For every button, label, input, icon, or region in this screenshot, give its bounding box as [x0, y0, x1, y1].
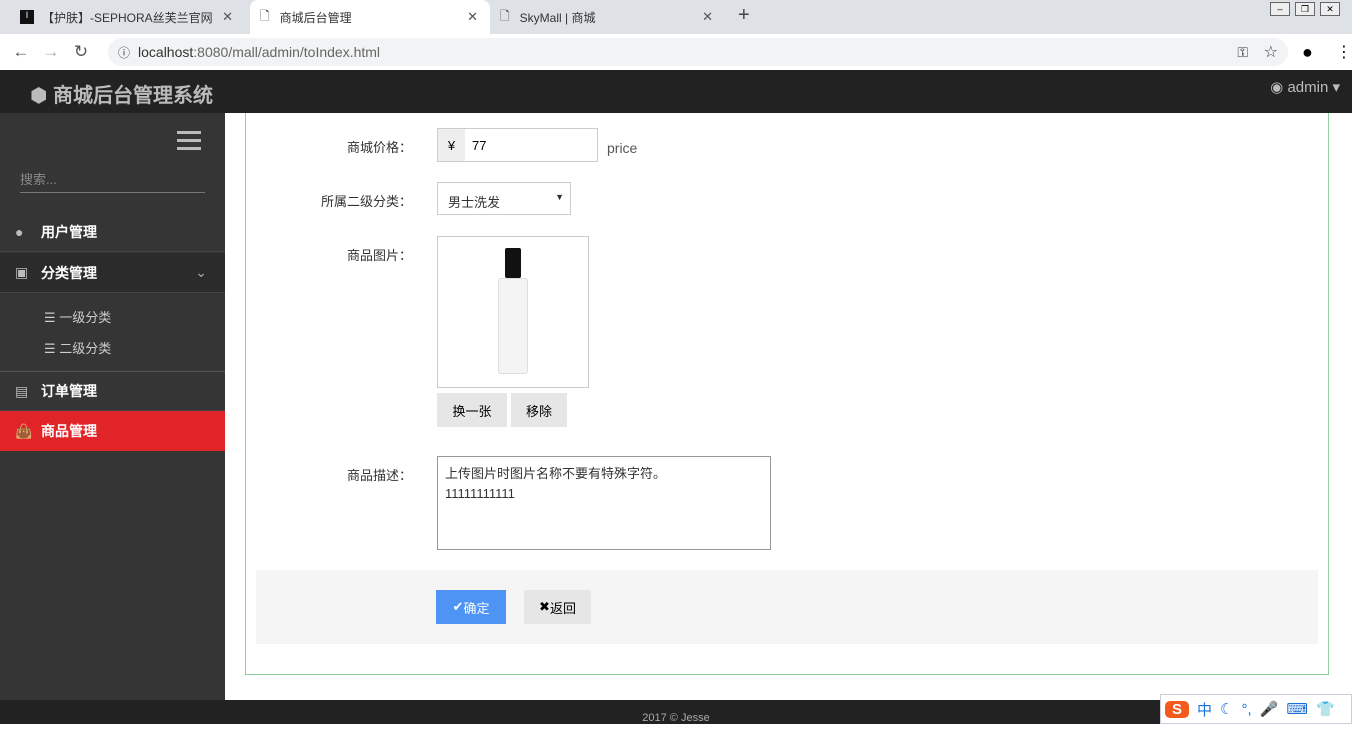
tab-label: 商城后台管理 [279, 10, 352, 25]
list-icon: ☰ [44, 341, 60, 356]
chevron-down-icon: ⌄ [195, 264, 207, 280]
label: 二级分类 [59, 341, 112, 356]
keyboard-icon[interactable]: ⌨ [1286, 700, 1308, 718]
tab-skymall[interactable]: 🗋 SkyMall | 商城 ✕ [490, 0, 725, 34]
minimize-button[interactable]: – [1270, 2, 1290, 16]
favicon-icon: I [20, 10, 34, 24]
star-icon[interactable]: ☆ [1264, 42, 1278, 62]
back-icon[interactable]: ← [6, 42, 36, 62]
description-label: 商品描述： [346, 468, 412, 483]
user-icon: ● [15, 223, 24, 240]
page-icon: 🗋 [260, 8, 270, 23]
info-icon: ⓘ [118, 45, 131, 60]
price-hint: price [607, 140, 638, 156]
check-icon: ✔ [452, 599, 464, 614]
close-window-button[interactable]: ✕ [1320, 2, 1340, 16]
forward-icon[interactable]: → [36, 42, 66, 62]
profile-icon[interactable]: ● [1302, 42, 1313, 63]
form-actions: ✔ 确定 ✖ 返回 [256, 570, 1318, 644]
label: 订单管理 [41, 383, 97, 399]
remove-image-button[interactable]: 移除 [511, 393, 567, 427]
hamburger-icon[interactable] [177, 131, 201, 155]
footer: 2017 © Jesse [0, 700, 1352, 724]
copyright: 2017 © Jesse [642, 712, 710, 724]
user-menu[interactable]: ◉ admin ▾ [1270, 78, 1340, 96]
user-icon: ◉ [1270, 79, 1288, 96]
close-tab-icon[interactable]: ✕ [702, 9, 713, 25]
label: 确定 [463, 600, 490, 616]
sidebar-item-orders[interactable]: ▤ 订单管理 [0, 371, 225, 411]
category-icon: ▣ [15, 264, 29, 280]
reload-icon[interactable]: ↻ [66, 42, 96, 62]
category-value: 男士洗发 [448, 195, 501, 210]
label: 返回 [549, 600, 576, 616]
price-input[interactable]: 77 [465, 129, 486, 161]
restore-button[interactable]: ❐ [1295, 2, 1315, 16]
image-label: 商品图片： [346, 248, 412, 263]
mic-icon[interactable]: 🎤 [1260, 700, 1279, 718]
sidebar-item-users[interactable]: ● 用户管理 [0, 212, 225, 252]
shopping-bag-icon: 👜 [15, 422, 33, 439]
currency-addon: ¥ [438, 129, 465, 161]
cubes-icon: ⬢ [30, 85, 54, 107]
close-tab-icon[interactable]: ✕ [467, 9, 478, 25]
ime-mode[interactable]: 中 [1197, 699, 1212, 720]
product-bottle-image [498, 248, 528, 376]
label: 商品管理 [41, 423, 97, 439]
price-input-group: ¥ 77 [437, 128, 598, 162]
ime-toolbar[interactable]: S 中 ☾ °, 🎤 ⌨ 👕 [1160, 694, 1352, 724]
app-title: 商城后台管理系统 [53, 85, 214, 107]
confirm-button[interactable]: ✔ 确定 [436, 590, 506, 624]
label: 一级分类 [59, 310, 112, 325]
label: 用户管理 [41, 223, 97, 240]
file-icon: ▤ [15, 382, 29, 399]
category-select[interactable]: 男士洗发 ▼ [437, 182, 571, 215]
sogou-icon: S [1165, 700, 1189, 718]
app-header: ⬢ 商城后台管理系统 ◉ admin ▾ [0, 70, 1352, 113]
description-textarea[interactable]: 上传图片时图片名称不要有特殊字符。 11111111111 [437, 456, 771, 550]
product-form: 商城价格： ¥ 77 price 所属二级分类： 男士洗发 ▼ 商品图片： 换一张… [245, 113, 1329, 675]
url-host: localhost [138, 44, 194, 60]
url-input[interactable]: ⓘ localhost:8080/mall/admin/toIndex.html … [108, 38, 1288, 66]
sidebar-search-input[interactable]: 搜索... [20, 169, 205, 193]
page-icon: 🗋 [500, 8, 510, 23]
close-tab-icon[interactable]: ✕ [222, 9, 233, 25]
moon-icon[interactable]: ☾ [1220, 700, 1233, 718]
tab-label: SkyMall | 商城 [519, 10, 596, 25]
brand[interactable]: ⬢ 商城后台管理系统 [30, 79, 213, 108]
punctuation-icon[interactable]: °, [1241, 701, 1251, 718]
sidebar-item-products[interactable]: 👜 商品管理 [0, 411, 225, 451]
tab-sephora[interactable]: I 【护肤】-SEPHORA丝芙兰官网 ✕ [10, 0, 245, 34]
tab-label: 【护肤】-SEPHORA丝芙兰官网 [42, 10, 213, 25]
price-label: 商城价格： [346, 140, 412, 155]
new-tab-button[interactable]: + [738, 4, 750, 27]
product-image [437, 236, 589, 388]
menu-icon[interactable]: ⋮ [1336, 42, 1352, 62]
browser-tab-bar: I 【护肤】-SEPHORA丝芙兰官网 ✕ 🗋 商城后台管理 ✕ 🗋 SkyMall | … [0, 0, 1352, 34]
username: admin [1287, 79, 1329, 96]
change-image-button[interactable]: 换一张 [437, 393, 507, 427]
list-icon: ☰ [44, 310, 60, 325]
back-button[interactable]: ✖ 返回 [524, 590, 591, 624]
shirt-icon[interactable]: 👕 [1316, 700, 1335, 718]
sidebar-sub-item-level1[interactable]: ☰ 一级分类 [44, 307, 111, 326]
x-icon: ✖ [539, 599, 550, 614]
label: 分类管理 [41, 264, 97, 281]
tab-admin[interactable]: 🗋 商城后台管理 ✕ [250, 0, 490, 34]
address-bar-row: ← → ↻ ⓘ localhost:8080/mall/admin/toIndex… [0, 34, 1352, 70]
sidebar-item-categories[interactable]: ▣ 分类管理 ⌄ [0, 253, 225, 293]
sidebar: 搜索... ● 用户管理 ▣ 分类管理 ⌄ ☰ 一级分类 ☰ 二级分类 ▤ 订单管理 👜… [0, 113, 225, 700]
key-icon[interactable]: ⚿ [1237, 44, 1248, 61]
category-label: 所属二级分类： [320, 194, 412, 209]
sidebar-sub-item-level2[interactable]: ☰ 二级分类 [44, 338, 111, 357]
url-path: :8080/mall/admin/toIndex.html [193, 44, 381, 60]
